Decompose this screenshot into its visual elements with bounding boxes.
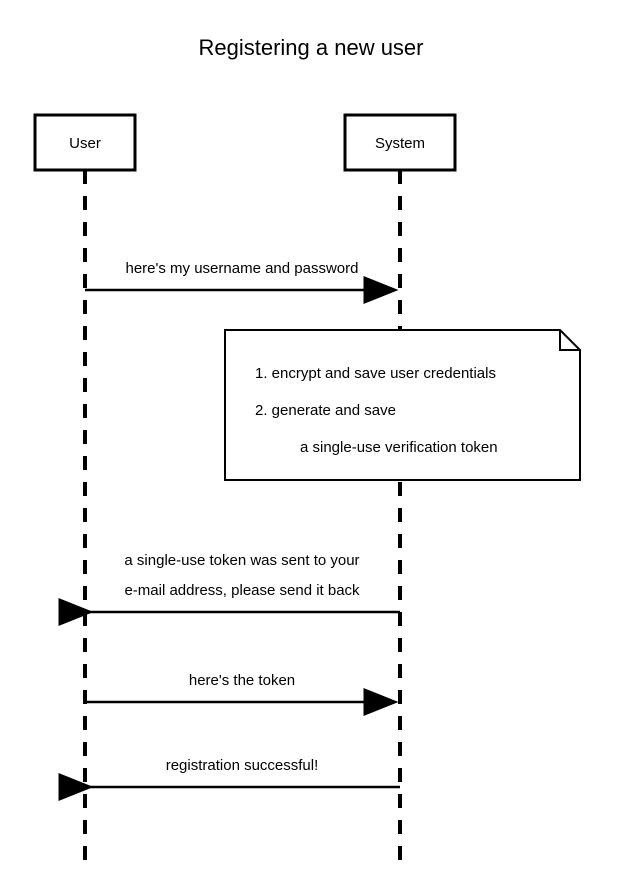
message-registration-success: registration successful! [90, 757, 400, 787]
actor-system-label: System [375, 135, 425, 152]
message-token-sent-line2: e-mail address, please send it back [124, 582, 360, 599]
note-system-actions: 1. encrypt and save user credentials 2. … [225, 330, 580, 480]
message-registration-success-label: registration successful! [166, 757, 319, 774]
note-line-2: 2. generate and save [255, 402, 396, 419]
actor-user-label: User [69, 135, 101, 152]
sequence-diagram: Registering a new user User System here'… [0, 0, 622, 875]
note-line-3: a single-use verification token [300, 439, 498, 456]
message-credentials: here's my username and password [85, 260, 395, 290]
message-token-reply: here's the token [85, 672, 395, 702]
message-credentials-label: here's my username and password [126, 260, 359, 277]
diagram-title: Registering a new user [198, 35, 423, 60]
message-token-reply-label: here's the token [189, 672, 295, 689]
message-token-sent-line1: a single-use token was sent to your [124, 552, 359, 569]
actor-user: User [35, 115, 135, 170]
actor-system: System [345, 115, 455, 170]
message-token-sent: a single-use token was sent to your e-ma… [90, 552, 400, 612]
note-line-1: 1. encrypt and save user credentials [255, 365, 496, 382]
